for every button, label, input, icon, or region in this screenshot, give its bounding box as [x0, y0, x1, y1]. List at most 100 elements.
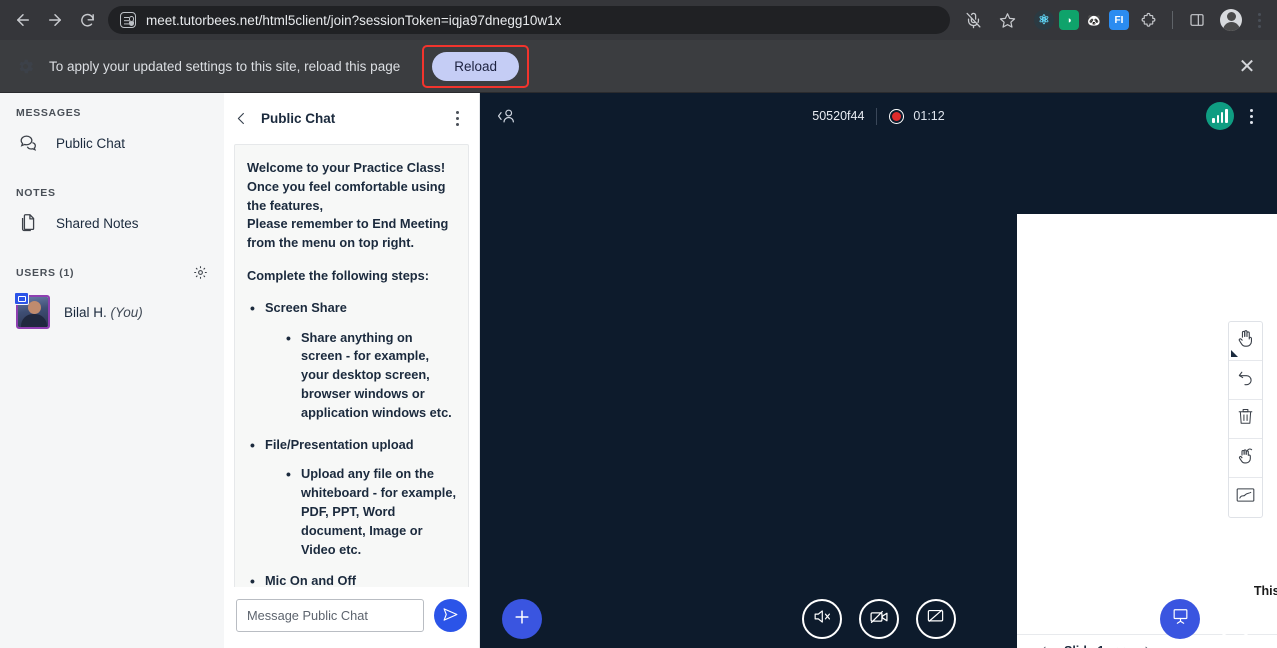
list-item: Mic On and Off — [247, 572, 456, 587]
users-gear-icon[interactable] — [193, 265, 208, 280]
add-actions-button[interactable] — [502, 599, 542, 639]
site-settings-icon[interactable] — [120, 12, 136, 28]
microphone-blocked-button[interactable] — [958, 5, 988, 35]
raise-hand-button[interactable] — [1215, 599, 1255, 639]
whiteboard-area: This slide left blank for whiteboard Sli… — [480, 139, 1277, 590]
line-chart-icon — [1235, 486, 1256, 509]
metamask-extension-icon[interactable]: 🐼 — [1084, 10, 1104, 30]
connection-status-icon[interactable] — [1206, 102, 1234, 130]
send-paper-plane-icon — [442, 606, 459, 626]
step-label: Screen Share — [265, 300, 347, 315]
browser-menu-button[interactable] — [1250, 9, 1269, 32]
recording-timer: 01:12 — [913, 109, 944, 123]
address-bar[interactable]: meet.tutorbees.net/html5client/join?sess… — [108, 6, 950, 34]
reload-settings-button[interactable]: Reload — [432, 52, 519, 81]
chat-options-button[interactable] — [448, 107, 467, 130]
public-chat-panel: Public Chat Welcome to your Practice Cla… — [224, 93, 480, 648]
back-button[interactable] — [8, 5, 38, 35]
audio-muted-icon — [812, 607, 831, 631]
list-item: Share anything on screen - for example, … — [283, 329, 456, 423]
back-arrow-icon — [14, 11, 32, 29]
meeting-action-bar — [480, 590, 1277, 648]
user-list-item[interactable]: Bilal H. (You) — [0, 290, 224, 334]
users-section-header: USERS (1) — [0, 265, 224, 280]
welcome-line-2: Once you feel comfortable using the feat… — [247, 178, 456, 216]
meeting-options-icon — [1250, 109, 1253, 112]
welcome-line-3: Please remember to End Meeting — [247, 215, 456, 234]
multi-user-tool-button[interactable] — [1229, 439, 1262, 478]
step-label: File/Presentation upload — [265, 437, 414, 452]
multi-user-hand-icon — [1235, 445, 1256, 471]
meeting-options-button[interactable] — [1242, 105, 1261, 128]
add-plus-icon — [512, 607, 532, 632]
star-icon — [999, 12, 1016, 29]
url-text: meet.tutorbees.net/html5client/join?sess… — [146, 13, 561, 28]
close-icon[interactable]: ✕ — [1233, 52, 1261, 80]
chat-compose-area — [224, 587, 479, 648]
mute-audio-button[interactable] — [802, 599, 842, 639]
recording-indicator[interactable]: 01:12 — [889, 109, 944, 124]
presentation-toggle-button[interactable] — [1160, 599, 1200, 639]
divider — [876, 108, 877, 125]
left-sidebar: MESSAGES Public Chat NOTES Shared Notes … — [0, 93, 224, 648]
meeting-area: 50520f44 01:12 Th — [480, 93, 1277, 648]
browser-menu-icon — [1258, 13, 1261, 16]
more-options-icon — [456, 111, 459, 114]
side-panel-button[interactable] — [1182, 5, 1212, 35]
meeting-top-bar: 50520f44 01:12 — [480, 93, 1277, 139]
presentation-board-icon — [1171, 607, 1190, 631]
sub-list: Upload any file on the whiteboard - for … — [283, 465, 456, 559]
delete-tool-button[interactable] — [1229, 400, 1262, 439]
welcome-line-3-prefix: Please remember to — [247, 216, 372, 231]
profile-button[interactable] — [1216, 5, 1246, 35]
avatar — [16, 295, 50, 329]
chevron-left-icon[interactable] — [232, 109, 251, 128]
toolbar-divider — [1172, 11, 1173, 29]
media-controls — [480, 599, 1277, 639]
sidebar-item-label: Public Chat — [56, 136, 125, 151]
extensions-row: ⚛ ◑ 🐼 FI — [1026, 10, 1129, 30]
welcome-line-4: from the menu on top right. — [247, 234, 456, 253]
settings-reload-notification: To apply your updated settings to this s… — [0, 40, 1277, 93]
profile-avatar-icon — [1220, 9, 1242, 31]
forward-button[interactable] — [40, 5, 70, 35]
list-item: File/Presentation upload Upload any file… — [247, 436, 456, 560]
chat-message-list[interactable]: Welcome to your Practice Class! Once you… — [224, 142, 473, 587]
meeting-top-right — [1206, 102, 1261, 130]
reload-page-button[interactable] — [72, 5, 102, 35]
messages-section-header: MESSAGES — [0, 107, 224, 119]
side-panel-icon — [1189, 12, 1205, 28]
user-name: Bilal H. (You) — [64, 305, 143, 320]
presenter-badge-icon — [14, 292, 29, 305]
notes-pages-icon — [16, 212, 42, 234]
sidebar-item-shared-notes[interactable]: Shared Notes — [0, 205, 224, 241]
list-item: Screen Share Share anything on screen - … — [247, 299, 456, 423]
meeting-session-id: 50520f44 — [812, 109, 864, 123]
undo-tool-button[interactable] — [1229, 361, 1262, 400]
collapse-user-list-icon[interactable] — [496, 105, 518, 127]
pan-tool-button[interactable] — [1229, 322, 1262, 361]
bookmark-button[interactable] — [992, 5, 1022, 35]
shape-tool-button[interactable] — [1229, 478, 1262, 517]
figma-extension-icon[interactable]: FI — [1109, 10, 1129, 30]
extensions-puzzle-icon — [1140, 12, 1157, 29]
screen-share-button[interactable] — [916, 599, 956, 639]
sidebar-item-public-chat[interactable]: Public Chat — [0, 125, 224, 161]
react-devtools-extension-icon[interactable]: ⚛ — [1034, 10, 1054, 30]
send-message-button[interactable] — [434, 599, 467, 632]
settings-gear-icon — [16, 57, 35, 76]
presentation-controls — [1160, 599, 1255, 639]
grammar-extension-icon[interactable]: ◑ — [1059, 10, 1079, 30]
user-name-text: Bilal H. — [64, 305, 107, 320]
camera-toggle-button[interactable] — [859, 599, 899, 639]
welcome-line-1: Welcome to your Practice Class! — [247, 159, 456, 178]
message-input[interactable] — [236, 599, 424, 632]
meeting-identity: 50520f44 01:12 — [480, 93, 1277, 139]
chat-bubble-icon — [16, 132, 42, 154]
extensions-button[interactable] — [1133, 5, 1163, 35]
reload-icon — [79, 12, 96, 29]
hand-pan-icon — [1235, 328, 1256, 354]
mic-muted-icon — [965, 12, 982, 29]
users-count-label: USERS (1) — [16, 267, 74, 279]
reload-button-highlight: Reload — [422, 45, 529, 88]
